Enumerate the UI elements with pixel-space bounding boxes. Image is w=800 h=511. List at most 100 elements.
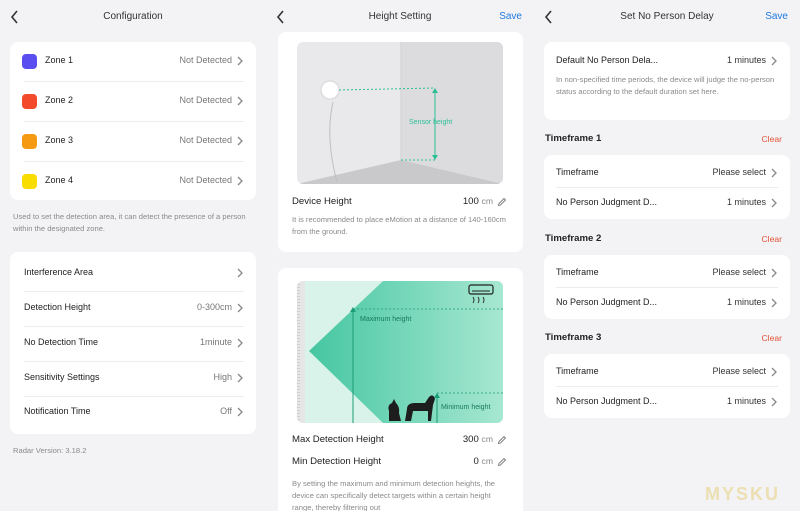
setting-row-detection-height[interactable]: Detection Height 0-300cm [10, 289, 256, 327]
setting-row-sensitivity[interactable]: Sensitivity Settings High [10, 359, 256, 397]
setting-label: Notification Time [24, 406, 91, 416]
timeframe-3-card: Timeframe Please select No Person Judgme… [544, 354, 790, 418]
zone-color-swatch [22, 134, 37, 149]
setting-value: Off [220, 406, 232, 416]
setting-label: Sensitivity Settings [24, 372, 100, 382]
radar-version: Radar Version: 3.18.2 [13, 446, 87, 455]
chevron-right-icon [771, 198, 777, 208]
nav-bar: Height Setting Save [266, 0, 534, 34]
save-button[interactable]: Save [765, 11, 788, 22]
edit-pencil-icon[interactable] [497, 197, 507, 207]
detection-range-card: Maximum height Minimum height Max Detect… [278, 268, 523, 511]
timeframe-1-title: Timeframe 1 [545, 133, 602, 144]
setting-row-notification-time[interactable]: Notification Time Off [10, 393, 256, 431]
max-detection-height-label: Max Detection Height [292, 434, 384, 445]
page-title: Height Setting [368, 11, 432, 22]
height-setting-panel: Height Setting Save Sensor height Device… [266, 0, 534, 511]
no-person-delay-panel: Set No Person Delay Save Default No Pers… [534, 0, 800, 511]
setting-row-interference-area[interactable]: Interference Area [10, 254, 256, 292]
save-button[interactable]: Save [499, 11, 522, 22]
zone-color-swatch [22, 174, 37, 189]
zone-status: Not Detected [179, 55, 232, 65]
no-person-judgment-row[interactable]: No Person Judgment D... 1 minutes [544, 187, 790, 219]
no-person-judgment-row[interactable]: No Person Judgment D... 1 minutes [544, 287, 790, 319]
clear-button-timeframe-2[interactable]: Clear [761, 234, 782, 244]
zone-label: Zone 4 [45, 175, 74, 185]
zone-color-swatch [22, 54, 37, 69]
no-person-judgment-row[interactable]: No Person Judgment D... 1 minutes [544, 386, 790, 418]
setting-label: No Detection Time [24, 337, 99, 347]
detection-cone-illustration [297, 281, 503, 423]
setting-value: Please select [712, 366, 766, 376]
timeframe-1-card: Timeframe Please select No Person Judgme… [544, 155, 790, 219]
zone-status: Not Detected [179, 175, 232, 185]
chevron-right-icon [237, 176, 243, 186]
detection-range-note: By setting the maximum and minimum detec… [292, 479, 496, 511]
watermark: MYSKU [704, 484, 780, 504]
zone-row-1[interactable]: Zone 1 Not Detected [10, 42, 256, 80]
zone-label: Zone 3 [45, 135, 74, 145]
setting-value: 1minute [199, 337, 232, 347]
min-detection-height-label: Min Detection Height [292, 456, 382, 467]
device-height-note: It is recommended to place eMotion at a … [292, 215, 507, 236]
timeframe-select-row[interactable]: Timeframe Please select [544, 255, 790, 287]
chevron-right-icon [771, 168, 777, 178]
setting-label: Timeframe [556, 267, 599, 277]
detection-range-illustration: Maximum height Minimum height [297, 281, 503, 423]
setting-value: 0-300cm [196, 302, 232, 312]
zones-note: Used to set the detection area, it can d… [13, 212, 246, 233]
timeframe-3-title: Timeframe 3 [545, 332, 602, 343]
setting-label: No Person Judgment D... [556, 297, 658, 307]
clear-button-timeframe-1[interactable]: Clear [761, 134, 782, 144]
zones-card: Zone 1 Not Detected Zone 2 Not Detected … [10, 42, 256, 200]
default-no-person-delay-row[interactable]: Default No Person Dela... 1 minutes [544, 42, 790, 76]
setting-label: No Person Judgment D... [556, 197, 658, 207]
room-illustration [297, 42, 503, 184]
page-title: Configuration [103, 11, 163, 22]
zone-row-4[interactable]: Zone 4 Not Detected [10, 162, 256, 200]
setting-value: 1 minutes [726, 396, 766, 406]
chevron-right-icon [237, 56, 243, 66]
timeframe-2-card: Timeframe Please select No Person Judgme… [544, 255, 790, 319]
zone-row-3[interactable]: Zone 3 Not Detected [10, 122, 256, 160]
chevron-right-icon [771, 298, 777, 308]
chevron-right-icon [771, 268, 777, 278]
chevron-right-icon [237, 338, 243, 348]
max-detection-height-value[interactable]: 300 cm [463, 434, 493, 445]
chevron-right-icon [237, 96, 243, 106]
setting-label: Interference Area [24, 267, 94, 277]
zone-row-2[interactable]: Zone 2 Not Detected [10, 82, 256, 120]
device-height-value[interactable]: 100 cm [463, 196, 493, 207]
setting-label: Timeframe [556, 366, 599, 376]
zone-label: Zone 1 [45, 55, 74, 65]
nav-bar: Set No Person Delay Save [534, 0, 800, 34]
sensor-height-illustration: Sensor height [297, 42, 503, 184]
settings-card: Interference Area Detection Height 0-300… [10, 252, 256, 434]
setting-value: 1 minutes [726, 55, 766, 65]
zone-color-swatch [22, 94, 37, 109]
setting-label: Default No Person Dela... [556, 55, 659, 65]
edit-pencil-icon[interactable] [497, 457, 507, 467]
setting-row-no-detection-time[interactable]: No Detection Time 1minute [10, 324, 256, 362]
zone-label: Zone 2 [45, 95, 74, 105]
timeframe-2-title: Timeframe 2 [545, 233, 602, 244]
setting-value: High [213, 372, 232, 382]
zone-status: Not Detected [179, 135, 232, 145]
maximum-height-label: Maximum height [360, 316, 412, 323]
edit-pencil-icon[interactable] [497, 435, 507, 445]
setting-value: 1 minutes [726, 297, 766, 307]
chevron-right-icon [237, 268, 243, 278]
minimum-height-label: Minimum height [441, 404, 491, 411]
setting-label: No Person Judgment D... [556, 396, 658, 406]
setting-label: Detection Height [24, 302, 91, 312]
chevron-right-icon [771, 56, 777, 66]
timeframe-select-row[interactable]: Timeframe Please select [544, 155, 790, 187]
sensor-height-label: Sensor height [409, 119, 453, 126]
setting-value: Please select [712, 267, 766, 277]
timeframe-select-row[interactable]: Timeframe Please select [544, 354, 790, 386]
zone-status: Not Detected [179, 95, 232, 105]
min-detection-height-value[interactable]: 0 cm [474, 456, 493, 467]
nav-bar: Configuration [0, 0, 266, 34]
chevron-right-icon [771, 367, 777, 377]
clear-button-timeframe-3[interactable]: Clear [761, 333, 782, 343]
